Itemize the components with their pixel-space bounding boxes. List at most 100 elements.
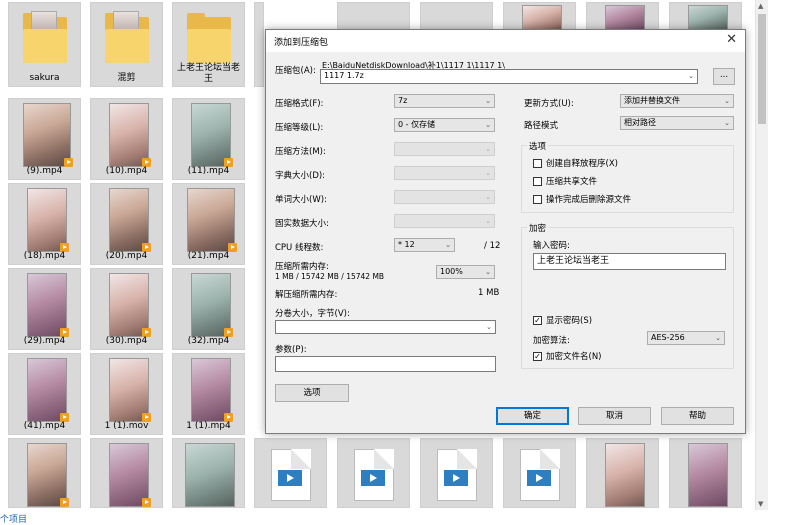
video-tile[interactable]: (21).mp4: [172, 183, 245, 265]
scroll-down-icon[interactable]: ▼: [758, 500, 763, 508]
video-tile[interactable]: (32).mp4: [172, 268, 245, 350]
word-select[interactable]: ⌄: [394, 190, 495, 204]
video-tile[interactable]: (18).mp4: [8, 183, 81, 265]
file-name: 上老王论坛当老王: [177, 63, 241, 84]
delete-after-checkbox[interactable]: [533, 195, 542, 204]
cpu-label: CPU 线程数:: [275, 243, 324, 253]
video-thumbnail: [27, 188, 69, 252]
chevron-down-icon: ⌄: [485, 193, 491, 201]
password-input[interactable]: 上老王论坛当老王: [533, 253, 726, 270]
video-tile[interactable]: [669, 438, 742, 508]
video-tile[interactable]: [503, 438, 576, 508]
folder-tile[interactable]: 混剪: [90, 2, 163, 87]
method-select[interactable]: ⌄: [394, 142, 495, 156]
show-password-label: 显示密码(S): [546, 316, 593, 326]
file-name: (18).mp4: [23, 251, 66, 261]
file-name: 1 (1).mov: [104, 421, 149, 431]
file-name: (21).mp4: [187, 251, 230, 261]
video-thumbnail: [522, 5, 562, 31]
folder-tile[interactable]: [254, 2, 264, 87]
close-icon[interactable]: ✕: [726, 32, 737, 47]
chevron-down-icon: ⌄: [445, 241, 451, 249]
video-file-icon: [437, 449, 477, 501]
update-value: 添加并替换文件: [624, 96, 680, 105]
video-tile[interactable]: (20).mp4: [90, 183, 163, 265]
video-thumbnail: [191, 273, 233, 337]
file-name: (30).mp4: [105, 336, 148, 346]
encryption-group: 加密 输入密码: 上老王论坛当老王 ✓ 显示密码(S) 加密算法: AES-25…: [521, 222, 734, 369]
update-select[interactable]: 添加并替换文件 ⌄: [620, 94, 734, 108]
video-tile[interactable]: [172, 438, 245, 508]
level-select[interactable]: 0 - 仅存储 ⌄: [394, 118, 495, 132]
memory-detail: 1 MB / 15742 MB / 15742 MB: [275, 272, 385, 281]
path-mode-select[interactable]: 相对路径 ⌄: [620, 116, 734, 130]
cancel-button[interactable]: 取消: [578, 407, 651, 425]
options-button[interactable]: 选项: [275, 384, 349, 402]
folder-icon: [105, 11, 149, 63]
delete-after-label: 操作完成后删除源文件: [546, 195, 632, 205]
video-thumbnail: [109, 273, 151, 337]
archive-name-combo[interactable]: 1117 1.7z ⌄: [320, 69, 698, 84]
split-size-combo[interactable]: ⌄: [275, 320, 496, 334]
options-group-title: 选项: [527, 140, 549, 152]
memory-percent-select[interactable]: 100% ⌄: [436, 265, 495, 279]
video-tile[interactable]: 1 (1).mov: [90, 353, 163, 435]
show-password-checkbox[interactable]: ✓: [533, 316, 542, 325]
scrollbar-thumb[interactable]: [758, 14, 766, 124]
video-tile[interactable]: (41).mp4: [8, 353, 81, 435]
video-tile[interactable]: [254, 438, 327, 508]
cpu-total: / 12: [484, 241, 501, 251]
video-tile[interactable]: (30).mp4: [90, 268, 163, 350]
ok-button[interactable]: 确定: [496, 407, 569, 425]
video-thumbnail: [688, 443, 728, 507]
cpu-select[interactable]: * 12 ⌄: [394, 238, 455, 252]
browse-button[interactable]: ...: [713, 68, 735, 85]
update-label: 更新方式(U):: [524, 99, 574, 109]
vertical-scrollbar[interactable]: ▲ ▼: [755, 0, 768, 510]
sfx-checkbox[interactable]: [533, 159, 542, 168]
video-tile[interactable]: [8, 438, 81, 508]
file-name: (20).mp4: [105, 251, 148, 261]
video-thumbnail: [187, 188, 237, 252]
params-input[interactable]: [275, 356, 496, 372]
file-name: 混剪: [117, 73, 136, 83]
folder-icon: [23, 11, 67, 63]
video-tile[interactable]: [337, 438, 410, 508]
chevron-down-icon: ⌄: [485, 169, 491, 177]
video-thumbnail: [109, 443, 151, 507]
video-thumbnail: [27, 443, 69, 507]
file-name: 1 (1).mp4: [186, 421, 231, 431]
scroll-up-icon[interactable]: ▲: [758, 2, 763, 10]
help-button[interactable]: 帮助: [661, 407, 734, 425]
video-tile[interactable]: [90, 438, 163, 508]
video-file-icon: [354, 449, 394, 501]
video-tile[interactable]: (11).mp4: [172, 98, 245, 180]
chevron-down-icon: ⌄: [724, 119, 730, 127]
file-name: (41).mp4: [23, 421, 66, 431]
video-tile[interactable]: (10).mp4: [90, 98, 163, 180]
shared-checkbox[interactable]: [533, 177, 542, 186]
window-gap: [768, 0, 800, 525]
video-tile[interactable]: [586, 438, 659, 508]
folder-tile[interactable]: 上老王论坛当老王: [172, 2, 245, 87]
encrypt-names-label: 加密文件名(N): [546, 352, 602, 362]
video-tile[interactable]: [420, 438, 493, 508]
chevron-down-icon: ⌄: [485, 268, 491, 276]
format-select[interactable]: 7z ⌄: [394, 94, 495, 108]
cpu-value: * 12: [398, 240, 415, 249]
folder-tile[interactable]: sakura: [8, 2, 81, 87]
encrypt-names-checkbox[interactable]: ✓: [533, 352, 542, 361]
solid-select[interactable]: ⌄: [394, 214, 495, 228]
dict-label: 字典大小(D):: [275, 171, 326, 181]
file-name: (9).mp4: [26, 166, 63, 176]
video-tile[interactable]: 1 (1).mp4: [172, 353, 245, 435]
video-tile[interactable]: (9).mp4: [8, 98, 81, 180]
encryption-method-select[interactable]: AES-256 ⌄: [647, 331, 725, 345]
video-tile[interactable]: (29).mp4: [8, 268, 81, 350]
memory-percent-value: 100%: [440, 267, 463, 276]
level-value: 0 - 仅存储: [398, 120, 436, 129]
dict-select[interactable]: ⌄: [394, 166, 495, 180]
encryption-group-title: 加密: [527, 222, 549, 234]
chevron-down-icon: ⌄: [485, 97, 491, 105]
params-label: 参数(P):: [275, 345, 307, 355]
